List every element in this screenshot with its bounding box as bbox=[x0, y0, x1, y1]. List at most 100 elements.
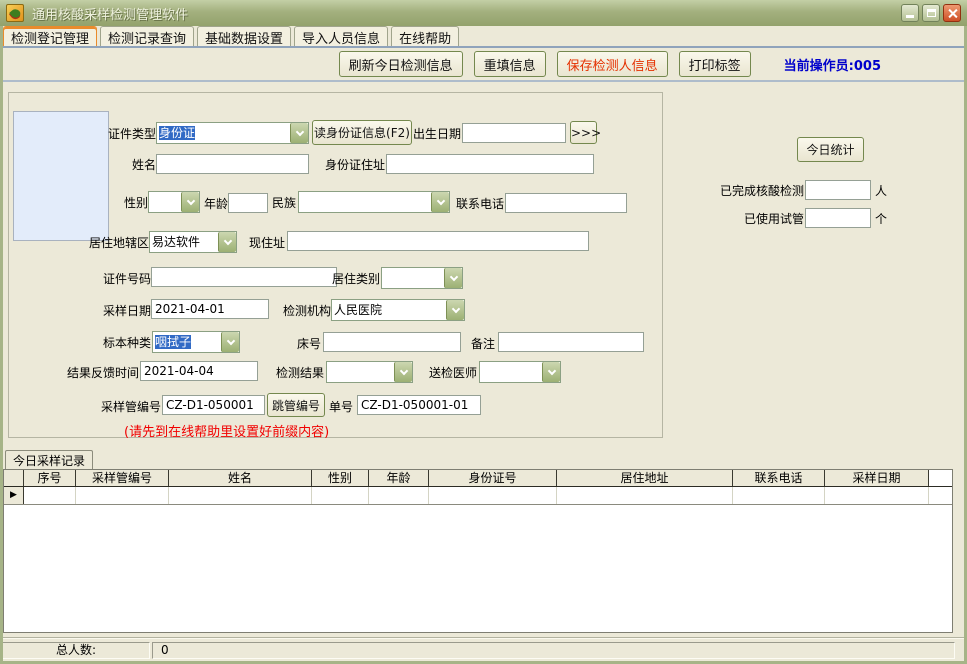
menu-tab-registration[interactable]: 检测登记管理 bbox=[3, 26, 97, 46]
current-address-input[interactable] bbox=[287, 231, 589, 251]
grid-header-address: 居住地址 bbox=[557, 470, 733, 486]
window-border-left bbox=[0, 26, 3, 664]
specimen-value: 咽拭子 bbox=[155, 335, 191, 349]
result-select[interactable] bbox=[326, 361, 413, 383]
result-label: 检测结果 bbox=[272, 363, 324, 383]
residence-type-select[interactable] bbox=[381, 267, 463, 289]
birth-date-label: 出生日期 bbox=[413, 124, 461, 144]
doctor-value bbox=[480, 362, 542, 382]
doctor-label: 送检医师 bbox=[425, 363, 477, 383]
grid-header-gender: 性别 bbox=[312, 470, 369, 486]
specimen-select[interactable]: 咽拭子 bbox=[152, 331, 240, 353]
grid-header-idnumber: 身份证号 bbox=[429, 470, 557, 486]
bed-input[interactable] bbox=[323, 332, 461, 352]
id-type-select[interactable]: 身份证 bbox=[156, 122, 309, 144]
gender-label: 性别 bbox=[96, 193, 148, 213]
current-operator-label: 当前操作员:005 bbox=[784, 55, 881, 74]
grid-header-phone: 联系电话 bbox=[733, 470, 825, 486]
menu-tab-record-query[interactable]: 检测记录查询 bbox=[100, 26, 194, 46]
name-label: 姓名 bbox=[104, 155, 156, 175]
chevron-down-icon[interactable] bbox=[444, 268, 462, 288]
maximize-button[interactable] bbox=[922, 4, 940, 22]
completed-tests-unit: 人 bbox=[875, 181, 887, 201]
gender-select[interactable] bbox=[148, 191, 200, 213]
age-label: 年龄 bbox=[200, 194, 228, 214]
feedback-time-input[interactable] bbox=[140, 361, 258, 381]
chevron-down-icon[interactable] bbox=[542, 362, 560, 382]
order-number-label: 单号 bbox=[325, 397, 353, 417]
chevron-down-icon[interactable] bbox=[221, 332, 239, 352]
feedback-time-label: 结果反馈时间 bbox=[63, 363, 139, 383]
today-stats-button[interactable]: 今日统计 bbox=[797, 137, 864, 162]
org-select[interactable]: 人民医院 bbox=[331, 299, 465, 321]
id-address-input[interactable] bbox=[386, 154, 594, 174]
records-grid: 序号 采样管编号 姓名 性别 年龄 身份证号 居住地址 联系电话 采样日期 ▶ bbox=[3, 469, 953, 633]
statusbar: 总人数: 0 bbox=[0, 638, 967, 661]
refresh-today-button[interactable]: 刷新今日检测信息 bbox=[339, 51, 463, 77]
more-dates-button[interactable]: >>> bbox=[570, 121, 597, 144]
tab-today-records[interactable]: 今日采样记录 bbox=[5, 450, 93, 469]
completed-tests-label: 已完成核酸检测 bbox=[712, 181, 804, 201]
bed-label: 床号 bbox=[293, 334, 321, 354]
district-label: 居住地辖区 bbox=[87, 233, 149, 253]
completed-tests-input[interactable] bbox=[805, 180, 871, 200]
registration-form: 证件类型 身份证 读身份证信息(F2) 出生日期 >>> 姓名 身份证住址 性别… bbox=[8, 92, 663, 438]
org-label: 检测机构 bbox=[279, 301, 331, 321]
chevron-down-icon[interactable] bbox=[290, 123, 308, 143]
sampling-date-input[interactable] bbox=[151, 299, 269, 319]
total-count-label: 总人数: bbox=[2, 642, 150, 659]
remark-input[interactable] bbox=[498, 332, 644, 352]
total-count-value: 0 bbox=[152, 642, 955, 659]
close-button[interactable] bbox=[943, 4, 961, 22]
district-select[interactable]: 易达软件 bbox=[149, 231, 237, 253]
id-number-input[interactable] bbox=[151, 267, 337, 287]
residence-type-value bbox=[382, 268, 444, 288]
skip-tube-button[interactable]: 跳管编号 bbox=[267, 393, 325, 417]
save-person-button[interactable]: 保存检测人信息 bbox=[557, 51, 668, 77]
refill-info-button[interactable]: 重填信息 bbox=[474, 51, 546, 77]
gender-value bbox=[149, 192, 181, 212]
ethnicity-value bbox=[299, 192, 431, 212]
tube-number-label: 采样管编号 bbox=[99, 397, 161, 417]
menu-tab-online-help[interactable]: 在线帮助 bbox=[391, 26, 459, 46]
doctor-select[interactable] bbox=[479, 361, 561, 383]
used-tubes-label: 已使用试管 bbox=[744, 209, 804, 229]
residence-type-label: 居住类别 bbox=[328, 269, 380, 289]
minimize-icon bbox=[906, 15, 914, 18]
chevron-down-icon[interactable] bbox=[181, 192, 199, 212]
ethnicity-select[interactable] bbox=[298, 191, 450, 213]
org-value: 人民医院 bbox=[332, 300, 446, 320]
used-tubes-input[interactable] bbox=[805, 208, 871, 228]
phone-input[interactable] bbox=[505, 193, 627, 213]
tube-number-input[interactable] bbox=[162, 395, 265, 415]
grid-header-age: 年龄 bbox=[369, 470, 429, 486]
chevron-down-icon[interactable] bbox=[218, 232, 236, 252]
minimize-button[interactable] bbox=[901, 4, 919, 22]
photo-placeholder bbox=[13, 111, 109, 241]
id-type-value: 身份证 bbox=[159, 126, 195, 140]
menubar: 检测登记管理 检测记录查询 基础数据设置 导入人员信息 在线帮助 bbox=[0, 26, 967, 48]
grid-empty-row[interactable]: ▶ bbox=[4, 487, 952, 505]
name-input[interactable] bbox=[156, 154, 309, 174]
toolbar: 刷新今日检测信息 重填信息 保存检测人信息 打印标签 当前操作员:005 bbox=[0, 48, 967, 82]
order-number-input[interactable] bbox=[357, 395, 481, 415]
grid-header-date: 采样日期 bbox=[825, 470, 929, 486]
phone-label: 联系电话 bbox=[452, 194, 504, 214]
chevron-down-icon[interactable] bbox=[446, 300, 464, 320]
grid-header-row: 序号 采样管编号 姓名 性别 年龄 身份证号 居住地址 联系电话 采样日期 bbox=[4, 470, 952, 487]
remark-label: 备注 bbox=[467, 334, 495, 354]
id-type-label: 证件类型 bbox=[104, 124, 156, 144]
birth-date-input[interactable] bbox=[462, 123, 566, 143]
id-number-label: 证件号码 bbox=[99, 269, 151, 289]
print-label-button[interactable]: 打印标签 bbox=[679, 51, 751, 77]
row-marker-icon: ▶ bbox=[4, 487, 24, 504]
chevron-down-icon[interactable] bbox=[431, 192, 449, 212]
menu-tab-base-data[interactable]: 基础数据设置 bbox=[197, 26, 291, 46]
grid-header-seq: 序号 bbox=[24, 470, 76, 486]
read-id-card-button[interactable]: 读身份证信息(F2) bbox=[312, 120, 412, 145]
result-value bbox=[327, 362, 394, 382]
sampling-date-label: 采样日期 bbox=[99, 301, 151, 321]
age-input[interactable] bbox=[228, 193, 268, 213]
menu-tab-import-persons[interactable]: 导入人员信息 bbox=[294, 26, 388, 46]
chevron-down-icon[interactable] bbox=[394, 362, 412, 382]
